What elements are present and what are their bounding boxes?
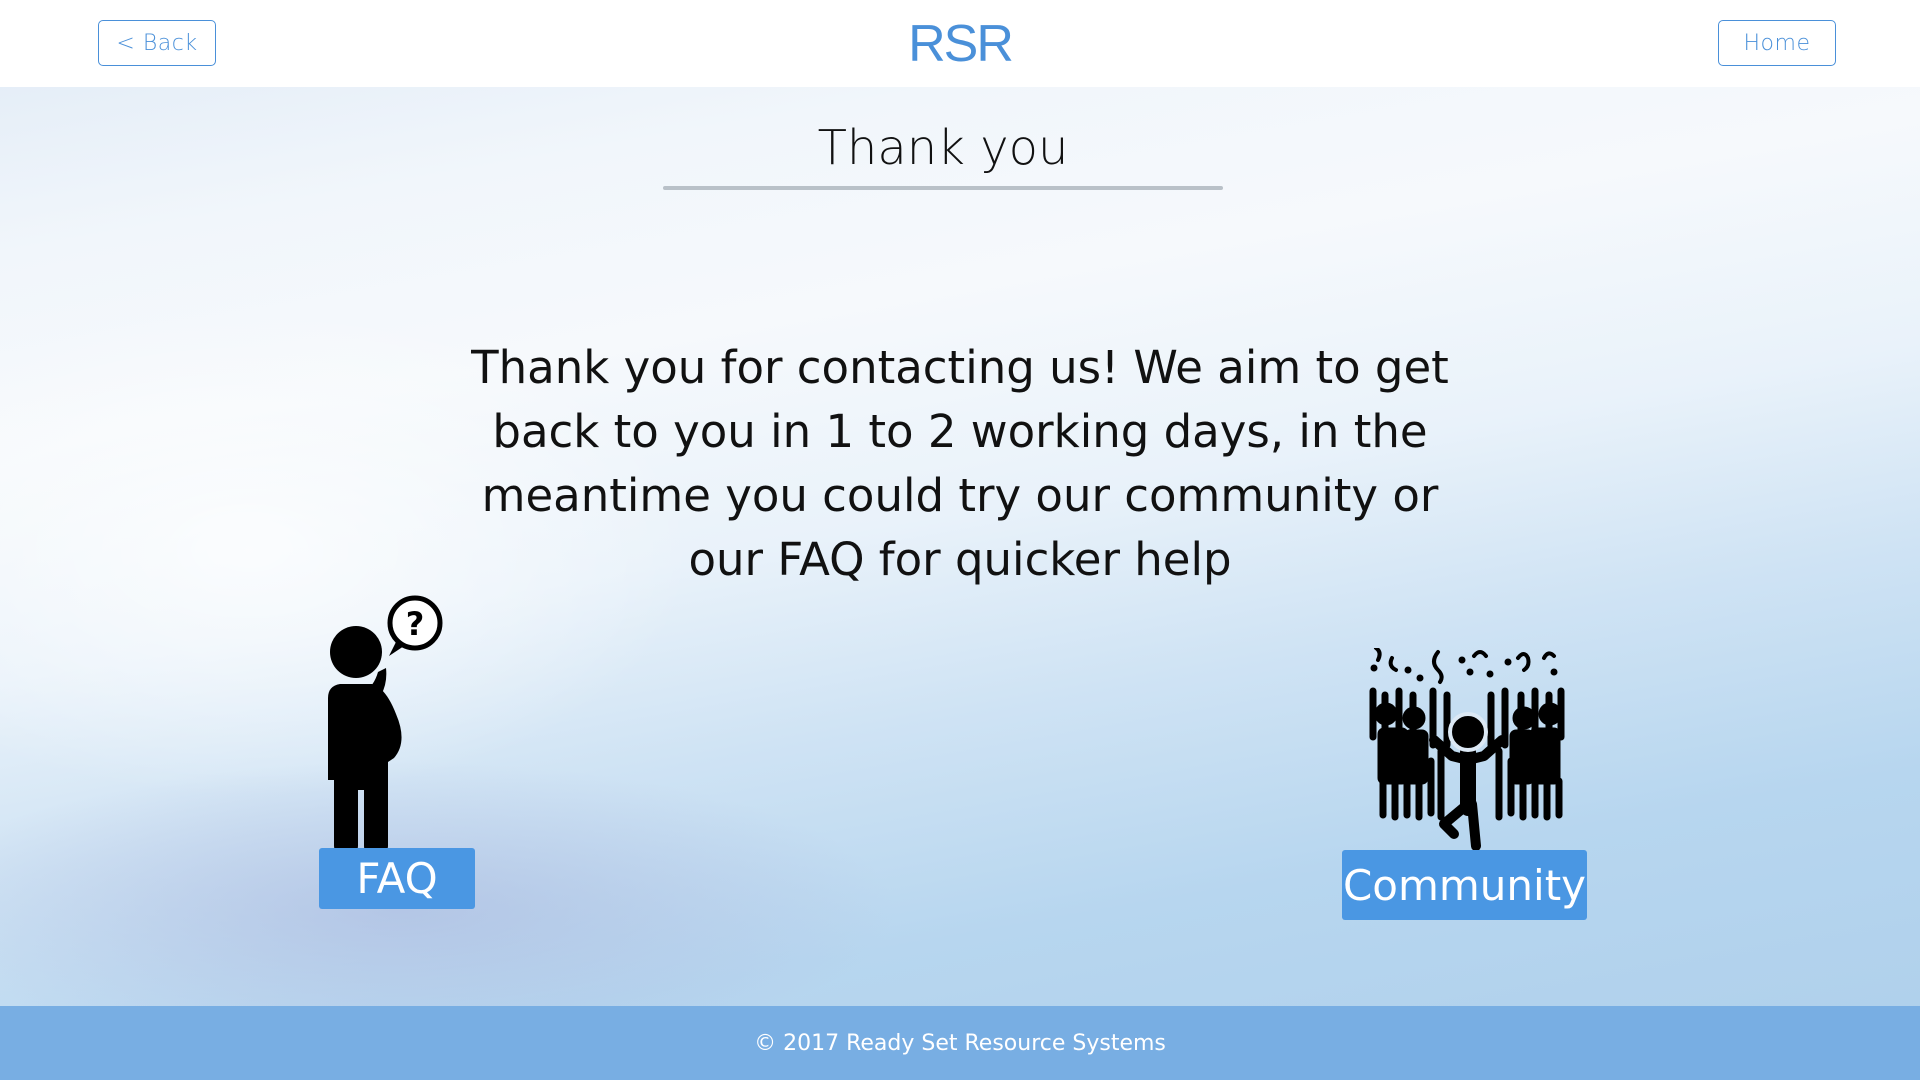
svg-text:?: ? — [406, 605, 425, 643]
copyright-text: © 2017 Ready Set Resource Systems — [754, 1030, 1166, 1056]
header-bar: < Back RSR Home — [0, 0, 1920, 87]
faq-button[interactable]: FAQ — [319, 848, 475, 909]
logo[interactable]: RSR — [0, 14, 1920, 74]
home-button[interactable]: Home — [1718, 20, 1836, 66]
title-underline — [663, 186, 1223, 190]
celebrating-crowd-icon[interactable] — [1368, 648, 1568, 850]
title-section: Thank you — [663, 118, 1223, 190]
community-button[interactable]: Community — [1342, 850, 1587, 920]
thank-you-message: Thank you for contacting us! We aim to g… — [471, 341, 1449, 586]
page: < Back RSR Home Thank you Thank you for … — [0, 0, 1920, 1080]
thinking-person-icon[interactable]: ? — [316, 590, 446, 850]
footer: © 2017 Ready Set Resource Systems — [0, 1006, 1920, 1080]
page-title: Thank you — [817, 120, 1069, 176]
